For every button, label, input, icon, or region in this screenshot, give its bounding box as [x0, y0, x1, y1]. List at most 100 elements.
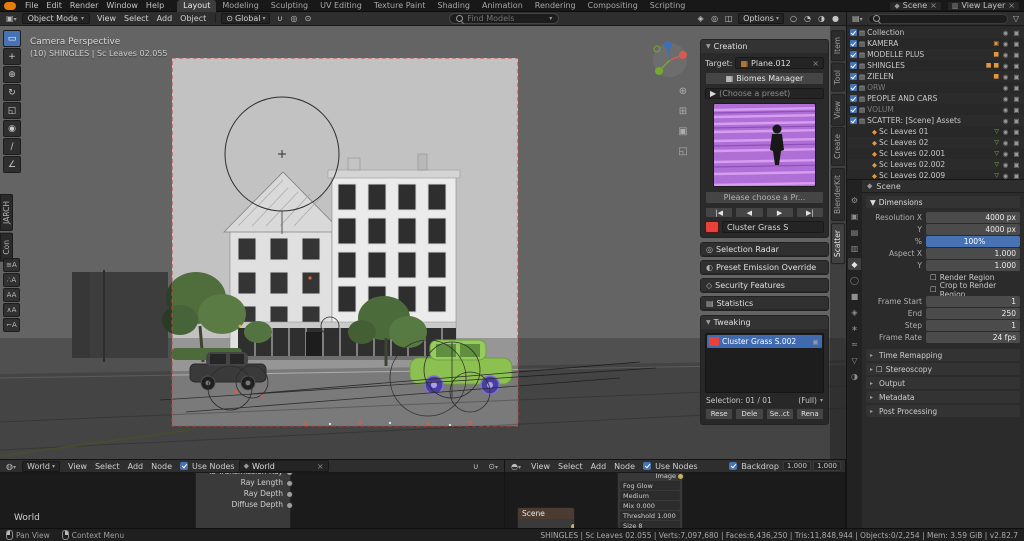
property-field[interactable]: 4000 px [926, 212, 1020, 223]
hide-viewport-icon[interactable]: ◉ [1001, 73, 1010, 81]
preset-dropdown[interactable]: ▶ (Choose a preset) [705, 88, 824, 99]
view-layer-properties-icon[interactable]: ▥ [848, 242, 861, 254]
collapsed-panel-header[interactable]: ▸ Output [866, 377, 1020, 389]
workspace-tab[interactable]: Scripting [644, 0, 692, 12]
remove-view-layer-icon[interactable]: × [1008, 1, 1015, 10]
viewport-menu-item[interactable]: Object [176, 14, 210, 23]
editor-type-icon[interactable]: ◓▾ [509, 462, 523, 471]
menubar-item[interactable]: Window [102, 0, 142, 12]
layer-color-swatch[interactable] [709, 337, 719, 346]
search-filter-caret-icon[interactable]: ▾ [549, 15, 552, 22]
object-properties-icon[interactable]: ■ [848, 290, 861, 302]
overlays-toggle-icon[interactable]: ◎ [708, 13, 721, 24]
property-field[interactable]: 1 [926, 296, 1020, 307]
property-field[interactable]: 24 fps [926, 332, 1020, 343]
node-output-socket[interactable]: Ray Depth [196, 488, 293, 499]
wireframe-shading-icon[interactable]: ○ [787, 13, 800, 24]
jarch-tool-button[interactable]: ≡A [3, 258, 20, 272]
collapsed-panel-header[interactable]: ▸ ☐ Stereoscopy [866, 363, 1020, 375]
render-visibility-icon[interactable]: ▣ [811, 338, 820, 346]
scale-tool[interactable]: ◱ [3, 102, 21, 119]
sidebar-tab[interactable]: Scatter [831, 223, 845, 265]
tweaking-action-button[interactable]: Dele [735, 408, 764, 420]
viewport-menu-item[interactable]: Add [153, 14, 177, 23]
transport-button[interactable]: ◀ [735, 207, 764, 218]
hide-viewport-icon[interactable]: ◉ [1001, 29, 1010, 37]
editor-menu-item[interactable]: Select [554, 462, 587, 471]
editor-menu-item[interactable]: Node [147, 462, 176, 471]
collapsed-section[interactable]: ▤ Statistics [700, 296, 829, 311]
datablock-name[interactable]: Collection [867, 28, 997, 37]
editor-menu-item[interactable]: View [527, 462, 554, 471]
collapsed-panel-header[interactable]: ▸ Metadata [866, 391, 1020, 403]
transform-tool[interactable]: ◉ [3, 120, 21, 137]
camera-view-icon[interactable]: ▣ [674, 124, 692, 139]
hide-viewport-icon[interactable]: ◉ [1001, 106, 1010, 114]
tweaking-action-button[interactable]: Rena [795, 408, 824, 420]
datablock-name[interactable]: Sc Leaves 02 [879, 138, 992, 147]
sidebar-tab[interactable]: View [831, 93, 845, 126]
menubar-item[interactable]: Render [66, 0, 102, 12]
tweaking-action-button[interactable]: Se..ct [765, 408, 794, 420]
filter-icon[interactable]: ▽ [1011, 14, 1021, 23]
property-field[interactable]: 4000 px [926, 224, 1020, 235]
menubar-item[interactable]: Edit [42, 0, 66, 12]
proportional-editing-icon[interactable]: ◎ [287, 13, 300, 24]
target-object-field[interactable]: ▦ Plane.012 × [735, 57, 824, 69]
tweaking-action-button[interactable]: Rese [705, 408, 734, 420]
options-dropdown[interactable]: Options ▾ [738, 13, 784, 24]
property-field[interactable]: 1.000 [926, 248, 1020, 259]
compositor-node-canvas[interactable]: Scene Image Fog Glow Medium Mix 0.000 Thres… [505, 473, 845, 528]
tool-properties-icon[interactable]: ⚙ [848, 194, 861, 206]
scene-selector[interactable]: ◆ Scene × [889, 0, 942, 11]
pan-icon[interactable]: ⊞ [674, 104, 692, 119]
disable-render-icon[interactable]: ▣ [1012, 128, 1021, 136]
disable-render-icon[interactable]: ▣ [1012, 29, 1021, 37]
snap-magnet-icon[interactable]: ∪ [273, 13, 286, 24]
menubar-item[interactable]: Help [142, 0, 168, 12]
selection-dropdown-icon[interactable]: ▾ [820, 397, 823, 404]
layer-color-swatch[interactable] [705, 221, 719, 233]
disable-render-icon[interactable]: ▣ [1012, 84, 1021, 92]
datablock-name[interactable]: Sc Leaves 02.002 [879, 160, 992, 169]
outliner-row[interactable]: ▤ PEOPLE AND CARS ◉ ▣ [847, 93, 1024, 104]
world-id-field[interactable]: ◆ World × [238, 460, 329, 472]
hide-viewport-icon[interactable]: ◉ [1001, 95, 1010, 103]
datablock-name[interactable]: ZIELEN [867, 72, 991, 81]
rotate-tool[interactable]: ↻ [3, 84, 21, 101]
property-field[interactable]: 1.000 [926, 260, 1020, 271]
collapsed-panel-header[interactable]: ▸ Post Processing [866, 405, 1020, 417]
node-output-socket[interactable]: Ray Length [196, 477, 293, 488]
transport-button[interactable]: ▶ [765, 207, 794, 218]
datablock-name[interactable]: MODELLE PLUS [867, 50, 991, 59]
workspace-tab[interactable]: Compositing [582, 0, 644, 12]
render-properties-icon[interactable]: ▣ [848, 210, 861, 222]
disable-render-icon[interactable]: ▣ [1012, 51, 1021, 59]
node-parameter[interactable]: Threshold 1.000 [620, 511, 680, 520]
editor-type-icon[interactable]: ▣▾ [4, 14, 19, 23]
sidebar-tab[interactable]: BlenderKit [831, 168, 845, 222]
shader-type-dropdown[interactable]: World ▾ [22, 460, 60, 472]
workspace-tab[interactable]: Texture Paint [368, 0, 432, 12]
sidebar-tab[interactable]: Create [831, 127, 845, 167]
outliner-row[interactable]: ◆ Sc Leaves 02.002 ▽ ◉ ▣ [847, 159, 1024, 170]
scatter-layer-item[interactable]: Cluster Grass S.002 ▣ [707, 335, 822, 348]
collapsed-section[interactable]: ◐ Preset Emission Override [700, 260, 829, 275]
collection-checkbox[interactable] [850, 73, 857, 80]
rendered-shading-icon[interactable]: ● [829, 13, 842, 24]
outliner-row[interactable]: ▤ ZIELEN ■ ◉ ▣ [847, 71, 1024, 82]
material-properties-icon[interactable]: ◑ [848, 370, 861, 382]
datablock-name[interactable]: Sc Leaves 01 [879, 127, 992, 136]
disable-render-icon[interactable]: ▣ [1012, 106, 1021, 114]
outliner-row[interactable]: ▤ MODELLE PLUS ■ ◉ ▣ [847, 49, 1024, 60]
outliner-row[interactable]: ▤ Collection ◉ ▣ [847, 27, 1024, 38]
datablock-name[interactable]: SCATTER: [Scene] Assets [867, 116, 997, 125]
property-field[interactable]: 250 [926, 308, 1020, 319]
jarch-tool-button[interactable]: ∧A [3, 303, 20, 317]
backdrop-checkbox[interactable] [729, 462, 738, 470]
workspace-tab[interactable]: Layout [177, 0, 217, 12]
node-output-socket[interactable]: Image [620, 473, 684, 480]
outliner-row[interactable]: ▤ ORW ◉ ▣ [847, 82, 1024, 93]
node-parameter[interactable]: Size 8 [620, 521, 680, 528]
collapsed-panel-header[interactable]: ▸ Time Remapping [866, 349, 1020, 361]
